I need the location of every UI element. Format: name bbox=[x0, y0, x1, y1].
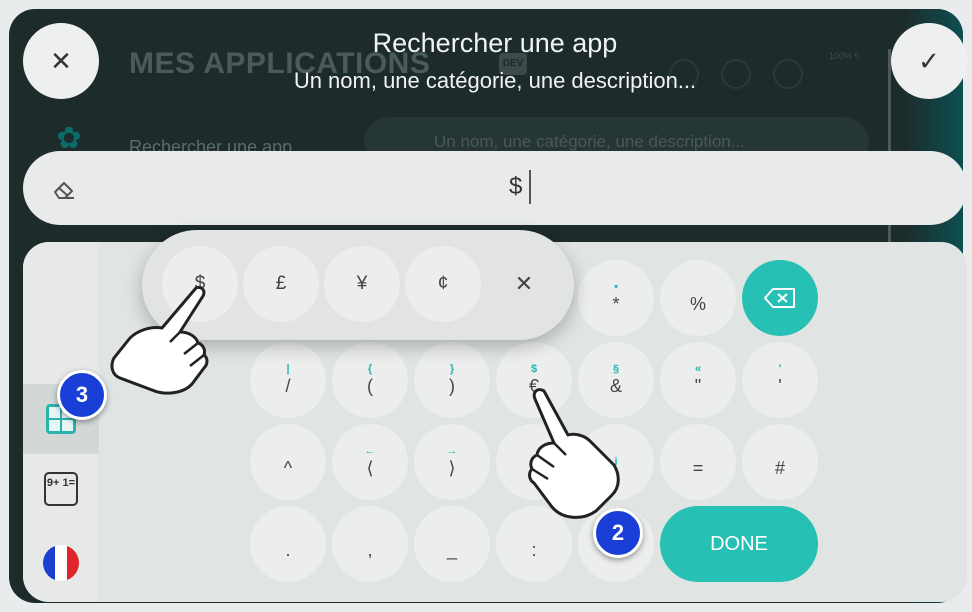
search-title: Rechercher une app bbox=[372, 28, 618, 58]
key-pound[interactable]: £ bbox=[243, 246, 319, 322]
key-slash[interactable]: | / bbox=[250, 342, 326, 418]
calculator-icon: 9+ 1= bbox=[44, 472, 78, 506]
pointing-hand-icon bbox=[528, 388, 620, 519]
eraser-icon[interactable] bbox=[50, 175, 78, 203]
language-selector[interactable] bbox=[23, 528, 99, 598]
french-flag-icon bbox=[43, 545, 79, 581]
key-percent[interactable]: % bbox=[660, 260, 736, 336]
key-double-quote[interactable]: « " bbox=[660, 342, 736, 418]
close-icon: ✕ bbox=[514, 271, 534, 296]
key-underscore[interactable]: _ bbox=[414, 506, 490, 582]
key-caret[interactable]: ^ bbox=[250, 424, 326, 500]
key-left-angle[interactable]: ← ⟨ bbox=[332, 424, 408, 500]
pointing-hand-icon bbox=[110, 286, 209, 395]
calculator-mode-tab[interactable]: 9+ 1= bbox=[23, 454, 99, 524]
key-asterisk[interactable]: • * bbox=[578, 260, 654, 336]
key-open-paren[interactable]: { ( bbox=[332, 342, 408, 418]
search-subtitle: Un nom, une catégorie, une description..… bbox=[293, 68, 697, 93]
text-caret bbox=[529, 170, 531, 204]
key-period[interactable]: . bbox=[250, 506, 326, 582]
confirm-button[interactable]: ✓ bbox=[891, 23, 967, 99]
key-comma[interactable]: , bbox=[332, 506, 408, 582]
done-button[interactable]: DONE bbox=[660, 506, 818, 582]
backspace-key[interactable] bbox=[742, 260, 818, 336]
key-close-paren[interactable]: } ) bbox=[414, 342, 490, 418]
key-hash[interactable]: # bbox=[742, 424, 818, 500]
key-yen[interactable]: ¥ bbox=[324, 246, 400, 322]
backspace-icon bbox=[764, 288, 795, 308]
close-popup-button[interactable]: ✕ bbox=[486, 246, 562, 322]
key-equals[interactable]: = bbox=[660, 424, 736, 500]
check-icon: ✓ bbox=[918, 45, 940, 76]
key-cent[interactable]: ¢ bbox=[405, 246, 481, 322]
step-badge-2: 2 bbox=[593, 508, 643, 558]
key-apostrophe[interactable]: ' ' bbox=[742, 342, 818, 418]
key-right-angle[interactable]: → ⟩ bbox=[414, 424, 490, 500]
input-value: $ bbox=[509, 173, 523, 200]
search-input[interactable]: $ bbox=[23, 151, 967, 225]
step-badge-3: 3 bbox=[57, 370, 107, 420]
